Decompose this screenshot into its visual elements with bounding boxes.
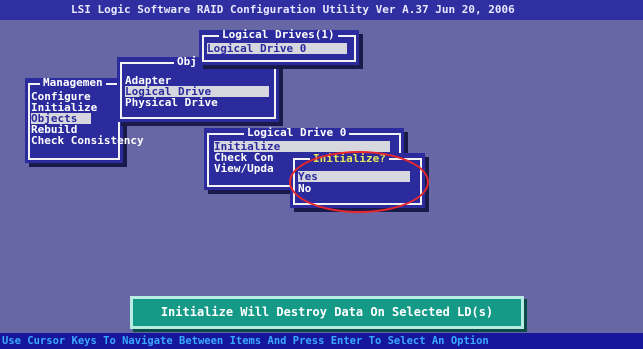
annotation-circle (289, 151, 429, 213)
title-bar: LSI Logic Software RAID Configuration Ut… (0, 0, 643, 20)
logical-drives-menu: Logical Drives(1) Logical Drive 0 (199, 29, 359, 65)
menu-item-logical-drive-0[interactable]: Logical Drive 0 (207, 43, 347, 54)
status-bar-text: Use Cursor Keys To Navigate Between Item… (2, 335, 489, 347)
management-menu: Managemen Configure Initialize Objects R… (25, 77, 144, 163)
objects-menu: Obj Adapter Logical Drive Physical Drive (117, 56, 279, 122)
menu-item-check-consistency[interactable]: Check Consistency (31, 135, 144, 146)
logical-drives-menu-title: Logical Drives(1) (219, 29, 338, 40)
warning-notice-text: Initialize Will Destroy Data On Selected… (160, 305, 494, 319)
warning-notice: Initialize Will Destroy Data On Selected… (130, 296, 524, 329)
menu-item-view-update[interactable]: View/Upda (214, 163, 274, 174)
logical-drive-0-menu-title: Logical Drive 0 (244, 127, 350, 138)
bios-screen: LSI Logic Software RAID Configuration Ut… (0, 0, 643, 349)
status-bar: Use Cursor Keys To Navigate Between Item… (0, 333, 643, 349)
management-menu-title: Managemen (40, 77, 106, 88)
menu-item-physical-drive[interactable]: Physical Drive (125, 97, 218, 108)
objects-menu-title: Obj (174, 56, 200, 67)
title-bar-text: LSI Logic Software RAID Configuration Ut… (71, 3, 515, 16)
